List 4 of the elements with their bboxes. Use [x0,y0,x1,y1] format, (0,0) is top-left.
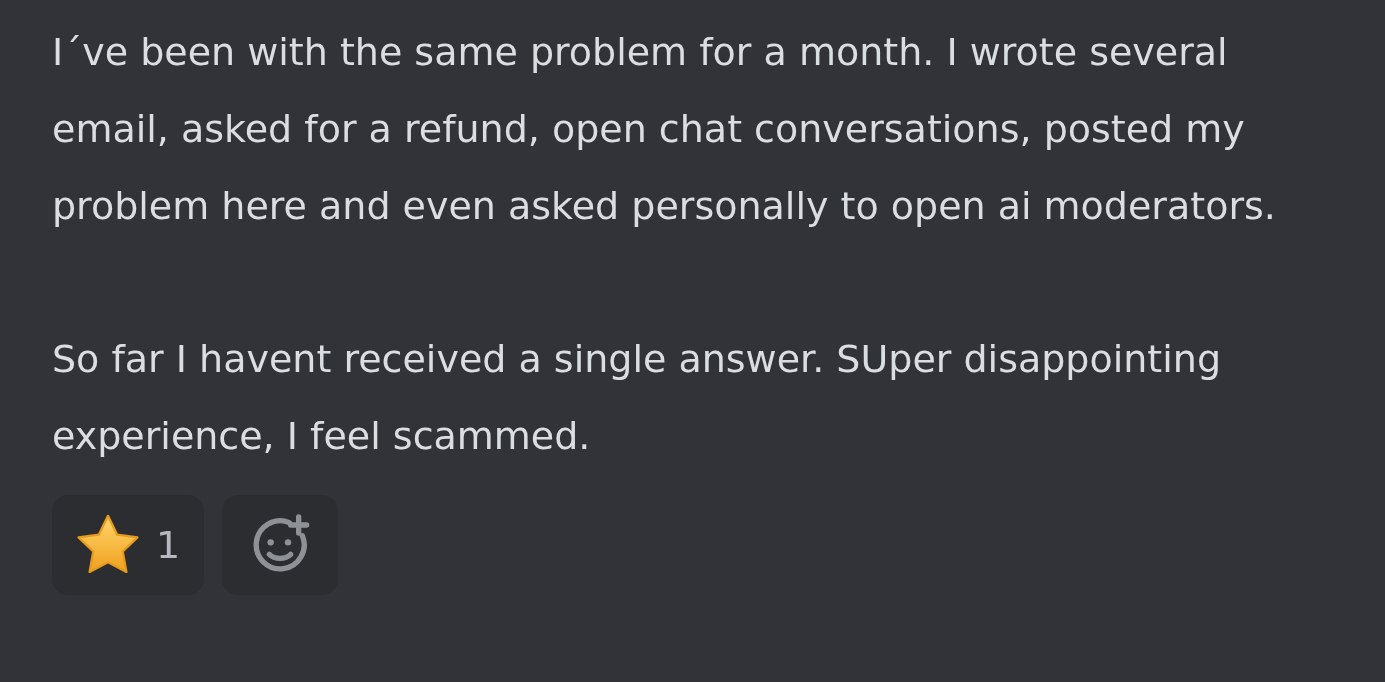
add-reaction-button[interactable] [222,495,339,595]
reaction-button[interactable]: 1 [52,495,205,595]
message-text: So far I havent received a single answer. SUper disappointing experience, I feel scammed. [52,336,1223,460]
message-text: I´ve been with the same problem for a month. I wrote several email, asked for a refund, open chat conversations, posted my problem here and even asked personally to open ai moderators. [52,29,1277,230]
